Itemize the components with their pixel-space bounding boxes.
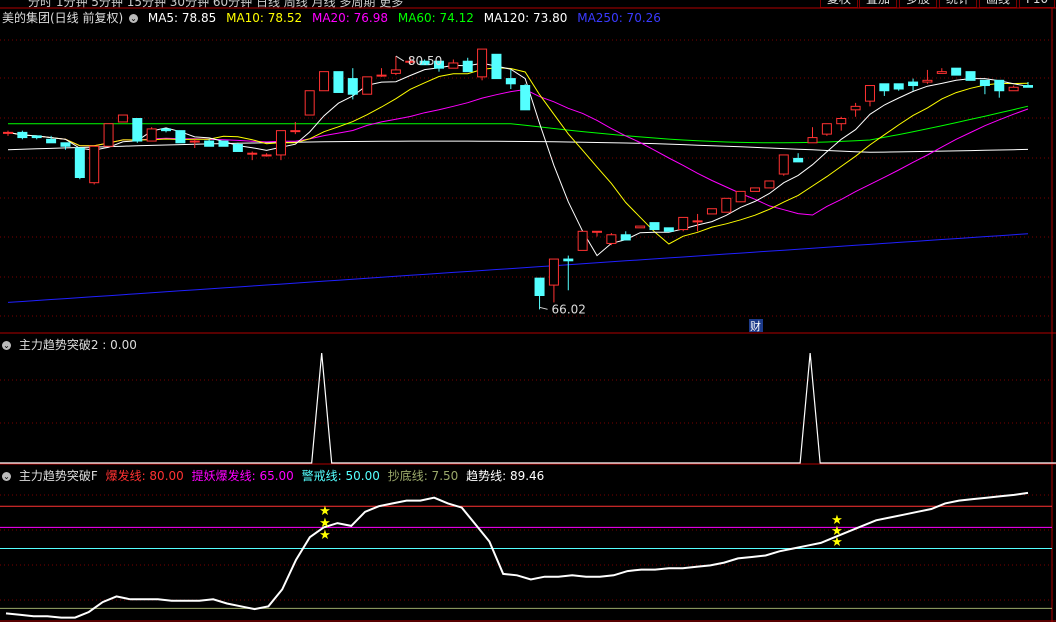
candle-up [821,123,832,135]
candle-up [275,130,286,156]
star-icon: ★ [319,528,331,543]
candle-down [649,222,660,231]
candle-down [893,83,904,90]
candle-up [778,154,789,175]
candle-up [261,154,272,157]
candle-down [491,53,502,80]
candle-up [376,74,387,77]
candle-up [362,76,373,95]
high-label: 80.50 [408,54,442,68]
ma60-line [8,105,1029,144]
candle-up [448,62,459,69]
candle-down [965,71,976,81]
finance-marker-label: 财 [750,319,761,333]
candle-down [1023,85,1033,88]
candle-down [879,83,890,92]
candle-down [175,130,186,144]
trend-line [5,491,1029,619]
candle-down [204,140,215,147]
candle-down [74,147,85,178]
ma5-line [7,62,1029,257]
low-label: 66.02 [552,302,586,316]
candle-up [103,123,114,147]
candle-down [333,71,344,93]
candle-down [951,67,962,76]
low-pointer [539,306,548,310]
candle-up [319,71,330,92]
candle-up [706,208,717,215]
candle-up [247,152,258,155]
candle-down [563,258,574,262]
candle-down [347,78,358,95]
candle-up [807,137,818,144]
candle-down [462,60,473,73]
candle-up [577,230,588,251]
candle-up [836,118,847,125]
candle-down [161,128,172,132]
candle-up [592,230,603,233]
candle-down [46,138,57,144]
candle-up [606,234,617,244]
candle-up [390,69,401,74]
candle-down [979,79,990,87]
candle-down [218,140,229,147]
candle-down [31,135,42,139]
candle-up [3,131,13,134]
candle-up [850,105,861,111]
signal-line [0,352,1056,464]
candle-up [678,216,689,231]
candle-up [477,48,488,78]
candle-down [132,118,143,142]
candle-up [548,258,559,286]
candle-up [89,145,100,184]
candle-down [620,234,631,241]
candle-up [1008,86,1019,92]
candle-up [117,114,128,123]
candle-down [994,79,1005,92]
candle-down [534,277,545,297]
candle-down [793,157,804,163]
candle-down [908,81,919,87]
candle-down [663,227,674,232]
candle-up [189,140,200,143]
ma250-line [7,233,1029,303]
star-icon: ★ [831,535,843,550]
candle-up [635,225,646,229]
candle-down [17,131,28,139]
candle-down [520,85,531,111]
candle-up [692,220,703,223]
candle-up [290,130,301,133]
candle-up [864,85,875,102]
high-pointer [395,55,405,62]
candle-up [750,187,761,192]
ma10-line [7,67,1029,245]
candle-down [232,144,243,152]
candle-down [60,142,71,147]
candle-down [505,78,516,85]
chart-canvas: 80.5066.02财 ★★★★★★ [0,7,1056,622]
candle-up [764,180,775,189]
candle-up [922,79,933,83]
candle-up [146,128,157,142]
candle-up [304,90,315,116]
candle-up [735,190,746,203]
ma120-line [7,140,1029,153]
candle-up [721,197,732,213]
candle-up [936,71,947,74]
